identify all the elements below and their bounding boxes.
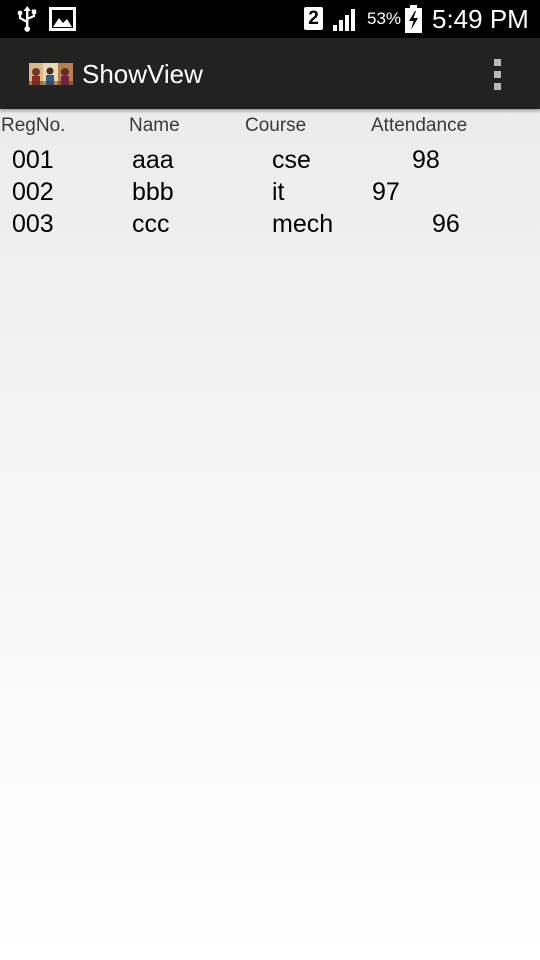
cell-regno: 002 (12, 178, 54, 206)
cell-course: mech (272, 210, 334, 238)
usb-icon (17, 6, 37, 32)
sim-icon: 2 (304, 7, 323, 30)
status-bar: 2 53% 5:49 PM (0, 0, 540, 38)
cell-name: aaa (132, 146, 174, 174)
cell-course: cse (272, 146, 311, 174)
table-header: RegNo. Name Course Attendance (0, 115, 540, 139)
cell-attendance: 98 (412, 146, 440, 174)
cell-course: it (272, 178, 285, 206)
battery-icon (405, 5, 422, 33)
overflow-menu-icon[interactable] (484, 55, 512, 95)
header-attendance: Attendance (371, 115, 468, 136)
battery-percent: 53% (367, 9, 402, 28)
header-course: Course (245, 115, 307, 136)
action-bar: ShowView (0, 38, 540, 109)
cell-name: bbb (132, 178, 174, 206)
cell-attendance: 97 (372, 178, 400, 206)
cell-regno: 003 (12, 210, 54, 238)
image-icon (49, 7, 76, 31)
cell-name: ccc (132, 210, 170, 238)
header-name: Name (129, 115, 180, 136)
cell-regno: 001 (12, 146, 54, 174)
app-title: ShowView (82, 59, 203, 89)
status-time: 5:49 PM (432, 4, 529, 34)
signal-icon (333, 9, 355, 31)
cell-attendance: 96 (432, 210, 460, 238)
app-thumbnail-icon[interactable] (29, 63, 73, 85)
header-regno: RegNo. (1, 115, 66, 136)
